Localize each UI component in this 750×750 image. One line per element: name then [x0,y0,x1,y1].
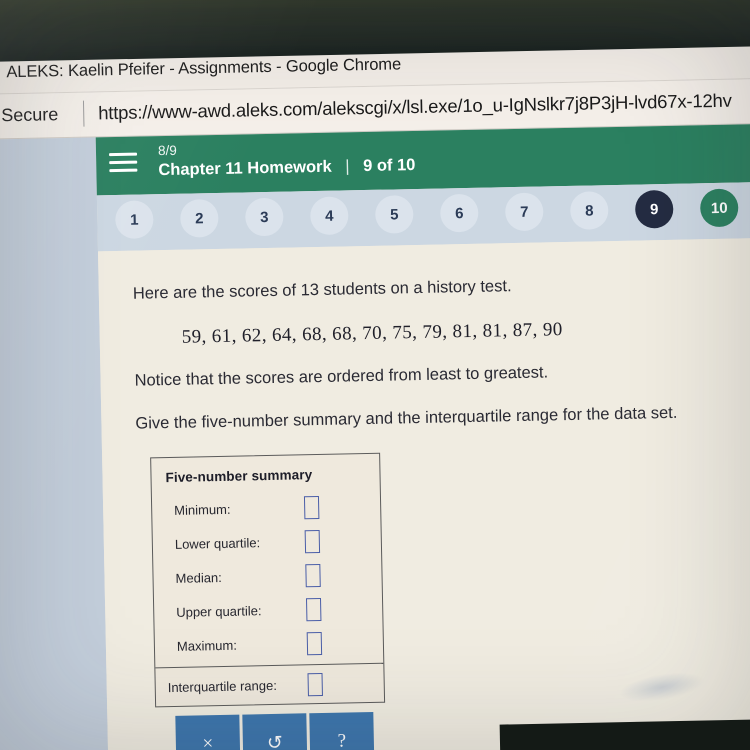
header-text-group: 8/9 Chapter 11 Homework | 9 of 10 [158,138,416,181]
answer-toolbar: × ↺? [175,711,375,750]
answer-row: Upper quartile: [154,591,383,630]
answer-label: Minimum: [174,501,231,518]
header-separator: | [345,157,350,176]
question-instruction: Give the five-number summary and the int… [135,403,678,433]
question-position: 9 of 10 [362,156,416,176]
answer-input[interactable] [305,563,321,587]
pagination-item-4[interactable]: 4 [309,196,349,236]
answer-label: Lower quartile: [174,534,261,552]
help-button[interactable]: ? [309,711,375,750]
hamburger-line [109,168,138,173]
answer-label: Maximum: [176,637,238,654]
hamburger-icon[interactable] [109,152,138,174]
aleks-app-frame: 8/9 Chapter 11 Homework | 9 of 10 123456… [95,123,750,750]
monitor-photo: ALEKS: Kaelin Pfeifer - Assignments - Go… [0,0,750,750]
answer-label-iqr: Interquartile range: [167,677,278,695]
answer-box: Five-number summary Minimum: Lower quarti… [150,452,386,708]
pagination-item-10[interactable]: 10 [699,188,739,228]
hamburger-line [109,152,138,157]
undo-button[interactable]: ↺ [242,713,308,750]
pagination-item-3[interactable]: 3 [244,197,284,237]
pagination-item-8[interactable]: 8 [569,191,609,230]
pagination-item-1[interactable]: 1 [114,200,154,240]
url-text[interactable]: https://www-awd.aleks.com/alekscgi/x/lsl… [98,90,732,125]
assignment-title: Chapter 11 Homework [158,157,332,180]
pagination-item-7[interactable]: 7 [504,192,544,232]
pagination-item-5[interactable]: 5 [374,195,414,234]
pagination-item-9[interactable]: 9 [634,189,674,229]
hamburger-line [109,160,138,165]
clear-button[interactable]: × [175,714,241,750]
question-content: Here are the scores of 13 students on a … [97,237,750,750]
answer-row: Minimum: [152,489,381,528]
question-data-values: 59, 61, 62, 64, 68, 68, 70, 75, 79, 81, … [181,319,563,348]
answer-input[interactable] [305,597,322,621]
security-status-label: Secure [1,104,59,126]
answer-label: Upper quartile: [176,602,262,620]
answer-label: Median: [175,569,222,586]
answer-row: Lower quartile: [153,523,382,562]
page-backdrop: 8/9 Chapter 11 Homework | 9 of 10 123456… [0,123,750,750]
pagination-item-2[interactable]: 2 [179,198,219,238]
answer-row-iqr: Interquartile range: [155,664,384,707]
screen-content: ALEKS: Kaelin Pfeifer - Assignments - Go… [0,37,750,750]
answer-row: Median: [153,557,382,596]
answer-input-iqr[interactable] [307,672,323,696]
answer-row: Maximum: [155,625,384,664]
answer-input[interactable] [304,529,321,553]
answer-input[interactable] [306,631,323,655]
answer-input[interactable] [303,495,320,519]
pagination-item-6[interactable]: 6 [439,193,479,233]
question-intro: Here are the scores of 13 students on a … [132,277,512,303]
address-bar-divider [82,100,85,127]
question-note: Notice that the scores are ordered from … [134,363,549,390]
answer-box-title: Five-number summary [165,467,313,486]
